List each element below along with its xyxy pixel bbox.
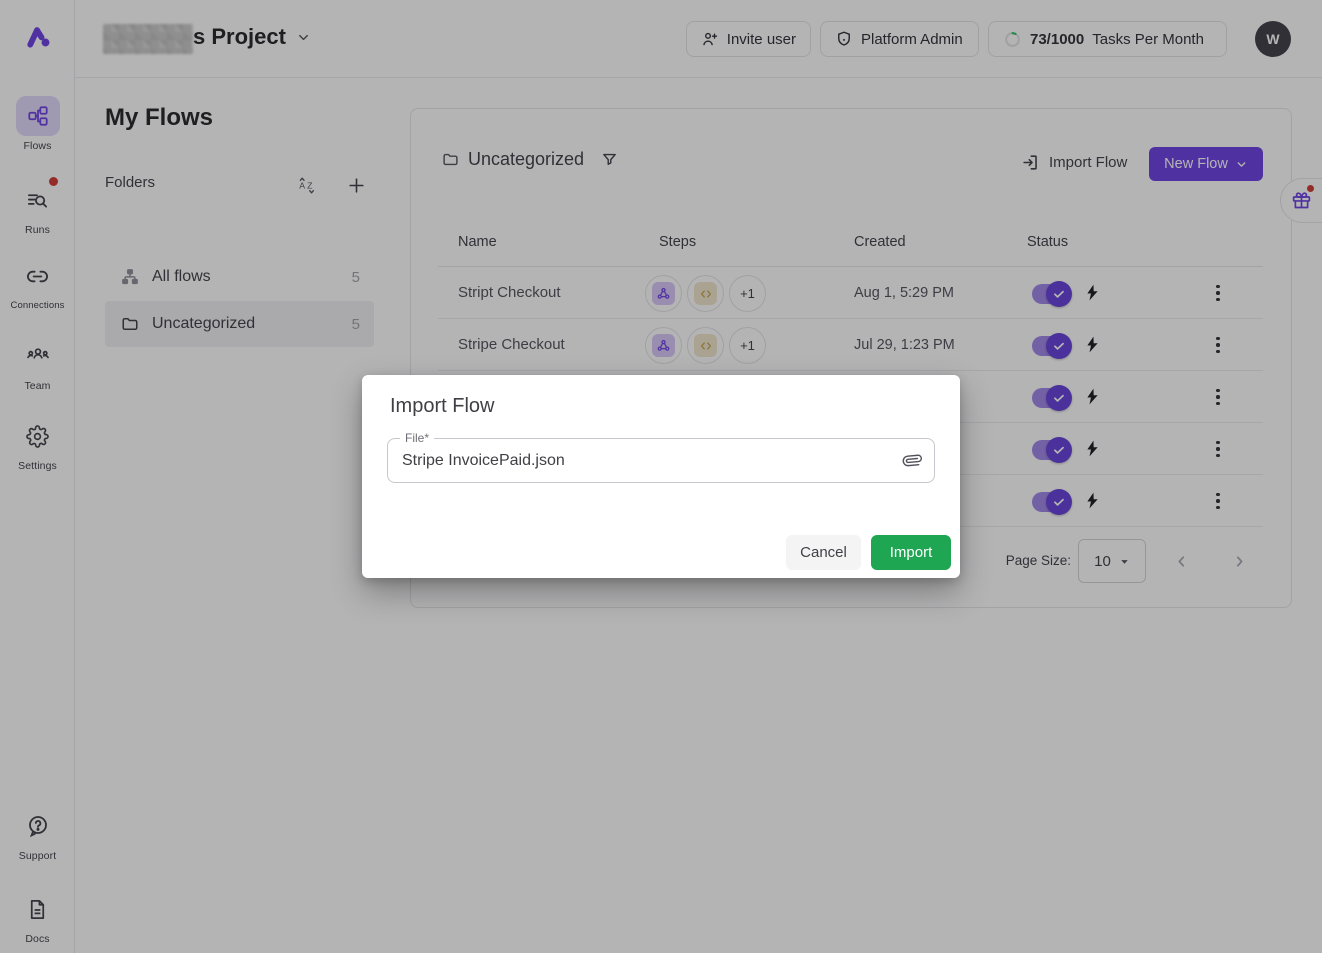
import-flow-dialog: Import Flow File* Cancel Import <box>362 375 960 578</box>
paperclip-icon[interactable] <box>903 451 922 470</box>
cancel-button[interactable]: Cancel <box>786 535 861 570</box>
import-button[interactable]: Import <box>871 535 951 570</box>
file-field: File* <box>387 438 935 483</box>
file-input[interactable] <box>388 439 934 482</box>
file-field-label: File* <box>400 431 434 445</box>
dialog-title: Import Flow <box>390 395 494 418</box>
